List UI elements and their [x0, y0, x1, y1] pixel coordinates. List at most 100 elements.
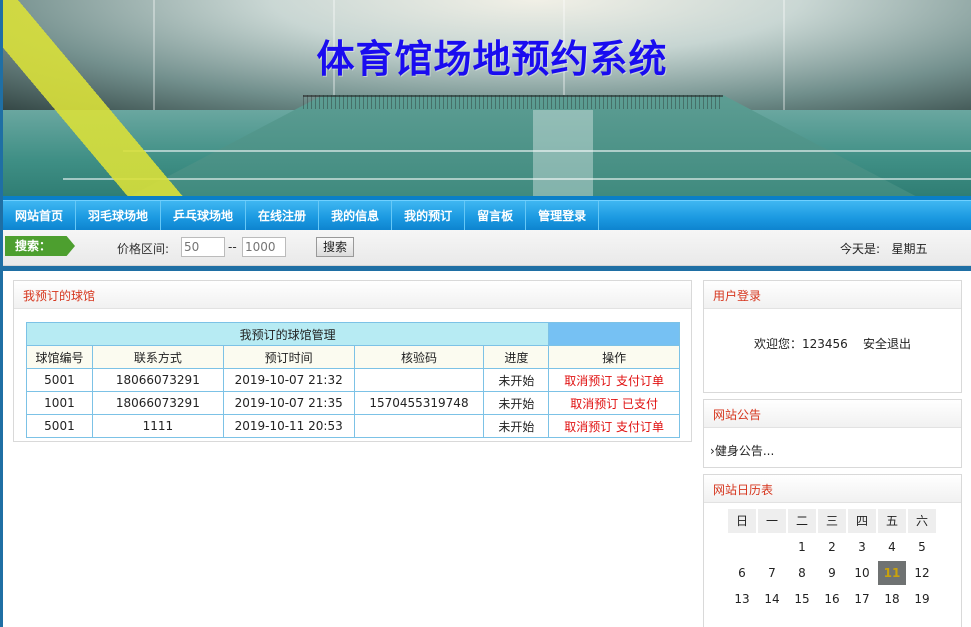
cell-contact: 1111 — [91, 414, 224, 438]
pay-order-link[interactable]: 支付订单 — [616, 374, 664, 388]
content-separator — [3, 266, 971, 271]
search-tag: 搜索： — [5, 236, 75, 256]
notice-item[interactable]: ›健身公告... — [710, 442, 774, 459]
panel-heading: 我预订的球馆 — [14, 281, 691, 309]
calendar-day[interactable]: 10 — [848, 561, 876, 585]
header-banner: 体育馆场地预约系统 — [3, 0, 971, 200]
calendar-day[interactable]: 17 — [848, 587, 876, 611]
cell-time: 2019-10-11 20:53 — [222, 414, 355, 438]
cell-code — [353, 414, 485, 438]
nav-item-badminton[interactable]: 羽毛球场地 — [76, 201, 162, 231]
pay-order-link[interactable]: 支付订单 — [616, 420, 664, 434]
user-login-panel: 用户登录 欢迎您：123456 安全退出 — [703, 280, 962, 393]
calendar-day[interactable]: 18 — [878, 587, 906, 611]
today-display: 今天是: 星期五 — [840, 240, 928, 257]
cell-status: 未开始 — [483, 368, 550, 392]
calendar-day[interactable]: 16 — [818, 587, 846, 611]
cell-code: 1570455319748 — [353, 391, 485, 415]
column-header: 核验码 — [353, 345, 485, 369]
calendar-day[interactable]: 5 — [908, 535, 936, 559]
calendar-day — [758, 535, 786, 559]
calendar-day[interactable]: 4 — [878, 535, 906, 559]
cancel-booking-link[interactable]: 取消预订 — [570, 397, 618, 411]
cell-status: 未开始 — [483, 414, 550, 438]
nav-item-my-info[interactable]: 我的信息 — [319, 201, 393, 231]
calendar-day[interactable]: 3 — [848, 535, 876, 559]
page: 体育馆场地预约系统 网站首页 羽毛球场地 乒乓球场地 在线注册 我的信息 我的预… — [0, 0, 971, 627]
calendar-day[interactable]: 6 — [728, 561, 756, 585]
calendar-week-row: 6 7 8 9 10 11 12 — [728, 561, 938, 587]
calendar-week-row: 12345 — [728, 535, 938, 561]
cell-actions: 取消预订 支付订单 — [548, 414, 680, 438]
calendar-day[interactable]: 8 — [788, 561, 816, 585]
column-header: 进度 — [483, 345, 550, 369]
calendar-weekday: 六 — [908, 509, 936, 533]
calendar-weekday: 四 — [848, 509, 876, 533]
cancel-booking-link[interactable]: 取消预订 — [564, 374, 612, 388]
cell-contact: 18066073291 — [91, 391, 224, 415]
nav-item-home[interactable]: 网站首页 — [3, 201, 77, 231]
column-header: 操作 — [548, 345, 680, 369]
calendar-day[interactable]: 2 — [818, 535, 846, 559]
price-separator: -- — [228, 240, 237, 254]
calendar-day[interactable]: 9 — [818, 561, 846, 585]
cell-time: 2019-10-07 21:32 — [222, 368, 355, 392]
table-row: 5001 18066073291 2019-10-07 21:32 未开始 取消… — [26, 368, 680, 392]
today-label: 今天是: — [840, 242, 881, 256]
calendar-day-today[interactable]: 11 — [878, 561, 906, 585]
calendar-day[interactable]: 15 — [788, 587, 816, 611]
site-title: 体育馆场地预约系统 — [316, 37, 668, 81]
table-caption: 我预订的球馆管理 — [25, 322, 550, 346]
paid-status-link[interactable]: 已支付 — [622, 397, 658, 411]
banner-net — [303, 95, 723, 109]
cell-actions: 取消预订 已支付 — [548, 391, 680, 415]
calendar-week-row: 13 14 15 16 17 18 19 — [728, 587, 938, 613]
calendar-weekday: 一 — [758, 509, 786, 533]
cell-actions: 取消预订 支付订单 — [548, 368, 680, 392]
nav-item-table-tennis[interactable]: 乒乓球场地 — [161, 201, 247, 231]
nav-item-message-board[interactable]: 留言板 — [465, 201, 527, 231]
today-weekday: 星期五 — [891, 242, 928, 256]
column-header: 预订时间 — [222, 345, 355, 369]
column-header: 球馆编号 — [26, 345, 93, 369]
table-header-row: 球馆编号 联系方式 预订时间 核验码 进度 操作 — [26, 345, 680, 369]
calendar-day[interactable]: 14 — [758, 587, 786, 611]
cell-status: 未开始 — [483, 391, 550, 415]
table-row: 1001 18066073291 2019-10-07 21:35 157045… — [26, 391, 680, 415]
table-caption-blank — [548, 322, 680, 346]
price-min-input[interactable] — [181, 237, 225, 257]
notice-item-text: 健身公告... — [714, 444, 775, 458]
calendar-weekday: 三 — [818, 509, 846, 533]
my-bookings-panel: 我预订的球馆 我预订的球馆管理 球馆编号 联系方式 预订时间 核验码 进度 操作… — [13, 280, 692, 442]
site-notice-panel: 网站公告 ›健身公告... — [703, 399, 962, 468]
nav-item-admin-login[interactable]: 管理登录 — [526, 201, 600, 231]
panel-heading: 用户登录 — [704, 281, 961, 309]
calendar-weekday: 五 — [878, 509, 906, 533]
calendar-weekday: 日 — [728, 509, 756, 533]
table-row: 5001 1111 2019-10-11 20:53 未开始 取消预订 支付订单 — [26, 414, 680, 438]
cell-venue-id: 1001 — [26, 391, 93, 415]
nav-item-register[interactable]: 在线注册 — [246, 201, 320, 231]
cancel-booking-link[interactable]: 取消预订 — [564, 420, 612, 434]
cell-contact: 18066073291 — [91, 368, 224, 392]
search-button[interactable]: 搜索 — [316, 237, 354, 257]
calendar-weekday: 二 — [788, 509, 816, 533]
calendar-day[interactable]: 12 — [908, 561, 936, 585]
panel-heading: 网站日历表 — [704, 475, 961, 503]
logout-link[interactable]: 安全退出 — [863, 337, 911, 351]
calendar-day[interactable]: 13 — [728, 587, 756, 611]
banner-court-lane — [533, 110, 593, 200]
cell-venue-id: 5001 — [26, 368, 93, 392]
calendar-day[interactable]: 1 — [788, 535, 816, 559]
calendar-day[interactable]: 7 — [758, 561, 786, 585]
search-bar: 搜索： 价格区间: -- 搜索 今天是: 星期五 — [3, 230, 971, 266]
main-nav: 网站首页 羽毛球场地 乒乓球场地 在线注册 我的信息 我的预订 留言板 管理登录 — [3, 200, 971, 231]
panel-heading: 网站公告 — [704, 400, 961, 428]
price-range-label: 价格区间: — [117, 242, 170, 256]
price-max-input[interactable] — [242, 237, 286, 257]
table-caption-row: 我预订的球馆管理 — [25, 322, 680, 346]
welcome-text: 欢迎您：123456 — [753, 337, 848, 351]
calendar-day[interactable]: 19 — [908, 587, 936, 611]
nav-item-my-bookings[interactable]: 我的预订 — [392, 201, 466, 231]
cell-time: 2019-10-07 21:35 — [222, 391, 355, 415]
